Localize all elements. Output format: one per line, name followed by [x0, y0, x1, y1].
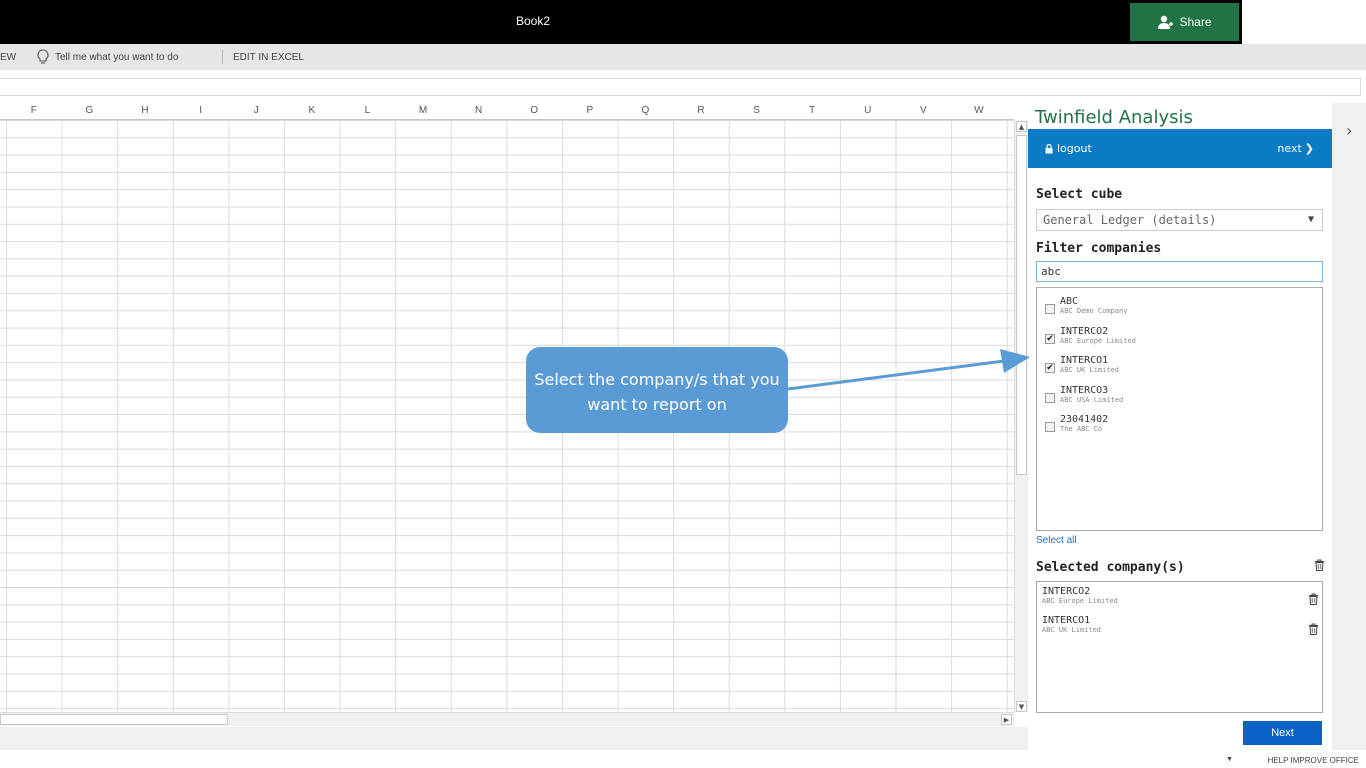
company-checkbox[interactable]	[1045, 304, 1055, 314]
company-code: 23041402	[1060, 414, 1109, 425]
company-item[interactable]: ✔ INTERCO1 ABC UK Limited	[1045, 355, 1119, 374]
company-name: ABC USA Limited	[1060, 396, 1124, 404]
company-item[interactable]: ABC ABC Demo Company	[1045, 296, 1127, 315]
column-headers: FGHIJKLMNOPQRSTUVW	[0, 103, 1014, 120]
select-cube-heading: Select cube	[1036, 187, 1123, 202]
horizontal-scroll-thumb[interactable]	[0, 714, 228, 725]
logout-link[interactable]: logout	[1045, 142, 1092, 155]
caret-down-icon[interactable]: ▼	[1226, 756, 1233, 763]
company-name: ABC Demo Company	[1060, 307, 1128, 315]
company-name: ABC Europe Limited	[1060, 337, 1136, 345]
column-header[interactable]: P	[562, 105, 618, 116]
column-header[interactable]: G	[62, 105, 118, 116]
column-header[interactable]: S	[729, 105, 785, 116]
column-header[interactable]: N	[451, 105, 507, 116]
column-header[interactable]: I	[173, 105, 229, 116]
next-link-label: next	[1277, 142, 1302, 155]
selected-company-code: INTERCO1	[1042, 615, 1091, 626]
column-header[interactable]: Q	[618, 105, 674, 116]
ribbon: EW Tell me what you want to do EDIT IN E…	[0, 44, 1366, 70]
lightbulb-icon	[37, 49, 49, 64]
selected-company-item: INTERCO1 ABC UK Limited	[1042, 615, 1101, 634]
company-checkbox[interactable]	[1045, 422, 1055, 432]
edit-in-excel-button[interactable]: EDIT IN EXCEL	[233, 52, 304, 63]
column-header[interactable]: T	[784, 105, 840, 116]
chevron-right-icon: ❯	[1304, 142, 1314, 155]
horizontal-scrollbar[interactable]: ▶	[0, 712, 1014, 726]
column-header[interactable]: F	[6, 105, 62, 116]
share-person-icon	[1158, 15, 1174, 29]
scroll-right-icon[interactable]: ▶	[1001, 714, 1012, 725]
sheet-tab-bar	[0, 727, 1028, 750]
company-item[interactable]: ✔ INTERCO2 ABC Europe Limited	[1045, 326, 1136, 345]
selected-company-code: INTERCO2	[1042, 586, 1091, 597]
instruction-callout: Select the company/s that you want to re…	[526, 347, 788, 433]
column-header[interactable]: R	[673, 105, 729, 116]
trash-icon[interactable]	[1308, 623, 1319, 635]
column-header[interactable]: M	[395, 105, 451, 116]
selected-company-name: ABC Europe Limited	[1042, 597, 1118, 605]
selected-companies-heading: Selected company(s)	[1036, 560, 1185, 575]
column-header[interactable]: W	[951, 105, 1007, 116]
logout-label: logout	[1057, 142, 1092, 155]
scroll-up-icon[interactable]: ▲	[1016, 121, 1027, 132]
formula-bar[interactable]	[0, 78, 1361, 96]
company-code: ABC	[1060, 296, 1079, 307]
next-button[interactable]: Next	[1243, 721, 1322, 745]
document-title: Book2	[515, 14, 551, 28]
share-button[interactable]: Share	[1130, 3, 1239, 41]
selected-companies-list: INTERCO2 ABC Europe Limited INTERCO1 ABC…	[1036, 581, 1323, 713]
cube-dropdown[interactable]: General Ledger (details) ▼	[1036, 209, 1323, 231]
next-link[interactable]: next ❯	[1277, 142, 1314, 155]
company-checkbox-checked[interactable]: ✔	[1045, 363, 1055, 373]
twinfield-task-pane: Twinfield Analysis logout next ❯ Select …	[1028, 103, 1332, 750]
column-header[interactable]: J	[228, 105, 284, 116]
titlebar-blank	[1242, 0, 1366, 44]
company-list: ABC ABC Demo Company ✔ INTERCO2 ABC Europe…	[1036, 287, 1323, 531]
vertical-scroll-thumb[interactable]	[1016, 135, 1027, 475]
cube-selected-value: General Ledger (details)	[1043, 213, 1217, 227]
filter-companies-input[interactable]	[1036, 261, 1323, 282]
ribbon-divider	[222, 50, 223, 64]
spreadsheet-grid[interactable]: FGHIJKLMNOPQRSTUVW	[0, 103, 1014, 713]
vertical-scrollbar[interactable]: ▲ ▼	[1014, 121, 1028, 712]
company-item[interactable]: 23041402 The ABC Co	[1045, 414, 1108, 433]
pane-collapse-strip[interactable]: ›	[1332, 103, 1366, 750]
company-code: INTERCO3	[1060, 385, 1109, 396]
column-header[interactable]: V	[896, 105, 952, 116]
tell-me-search[interactable]: Tell me what you want to do	[55, 52, 178, 63]
share-label: Share	[1179, 15, 1212, 29]
pane-nav-bar: logout next ❯	[1028, 129, 1332, 168]
column-header[interactable]: O	[506, 105, 562, 116]
selected-company-item: INTERCO2 ABC Europe Limited	[1042, 586, 1118, 605]
company-code: INTERCO1	[1060, 355, 1109, 366]
chevron-right-icon[interactable]: ›	[1346, 121, 1352, 140]
pane-title: Twinfield Analysis	[1035, 107, 1193, 128]
company-name: The ABC Co	[1060, 425, 1103, 433]
status-bar: ▼ HELP IMPROVE OFFICE	[0, 750, 1366, 768]
trash-icon[interactable]	[1308, 593, 1319, 605]
company-code: INTERCO2	[1060, 326, 1109, 337]
select-all-link[interactable]: Select all	[1036, 535, 1077, 546]
filter-companies-heading: Filter companies	[1036, 241, 1162, 256]
help-improve-office-link[interactable]: HELP IMPROVE OFFICE	[1268, 756, 1359, 765]
column-header[interactable]: L	[340, 105, 396, 116]
trash-all-icon[interactable]	[1314, 559, 1325, 571]
company-name: ABC UK Limited	[1060, 366, 1120, 374]
dropdown-arrow-icon: ▼	[1307, 214, 1314, 225]
company-checkbox-checked[interactable]: ✔	[1045, 334, 1055, 344]
cell-area[interactable]	[0, 120, 1014, 713]
column-header[interactable]: H	[117, 105, 173, 116]
lock-icon	[1045, 143, 1053, 153]
title-bar: Book2 Share	[0, 0, 1242, 44]
column-header[interactable]: U	[840, 105, 896, 116]
company-item[interactable]: INTERCO3 ABC USA Limited	[1045, 385, 1123, 404]
scroll-down-icon[interactable]: ▼	[1016, 701, 1027, 712]
selected-company-name: ABC UK Limited	[1042, 626, 1102, 634]
ribbon-tab-view[interactable]: EW	[0, 52, 16, 63]
company-checkbox[interactable]	[1045, 393, 1055, 403]
column-header[interactable]: K	[284, 105, 340, 116]
